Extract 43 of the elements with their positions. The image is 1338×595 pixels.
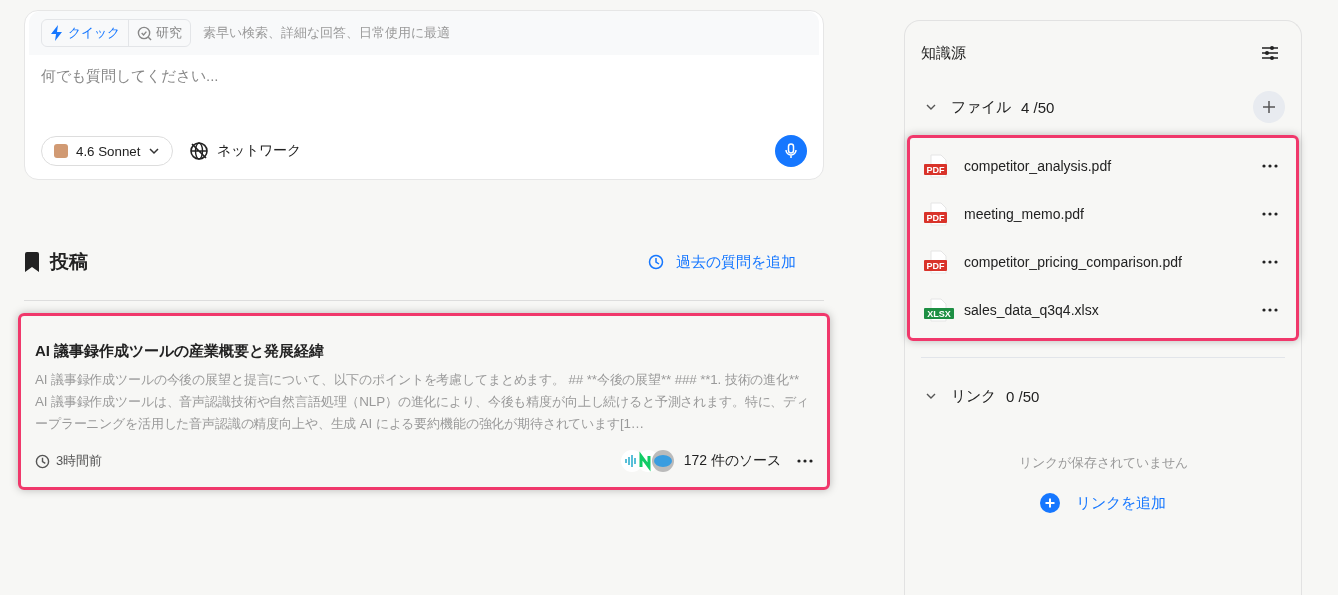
section-title: 投稿 <box>50 250 88 274</box>
plus-icon <box>1262 100 1276 114</box>
panel-title: 知識源 <box>921 43 966 63</box>
clock-icon <box>35 453 50 469</box>
section-count: 0 /50 <box>1006 387 1040 405</box>
source-count: 172 件のソース <box>683 452 781 470</box>
mode-tab[interactable]: クイック <box>42 20 128 46</box>
post-excerpt: AI 議事録作成ツールの今後の展望と提言について、以下のポイントを考慮してまとめます。 ## **今後の展望** ### **1. 技術の進化** AI 議事録作成ツールは、音声認識技術や自然言語処理（NLP）の進化により、今後も精度が向上し続けると予測されます。特に、ディープラーニングを活用した音声認識の精度向上や、生成 AI による要約機能の強化が期待されています[1… <box>35 371 810 433</box>
more-icon[interactable] <box>1262 212 1278 216</box>
more-icon[interactable] <box>1262 164 1278 168</box>
add-file-button[interactable] <box>1253 91 1285 123</box>
settings-icon[interactable] <box>1261 45 1279 61</box>
add-past-question-link[interactable]: 過去の質問を追加 <box>642 251 802 273</box>
lightning-icon <box>50 25 64 41</box>
post-title: AI 議事録作成ツールの産業概要と発展経緯 <box>35 342 326 361</box>
plus-circle-icon <box>1040 493 1060 513</box>
more-icon[interactable] <box>1262 308 1278 312</box>
section-label[interactable]: リンク <box>951 386 996 406</box>
question-input-field[interactable]: 何でも質問してください... <box>25 55 823 135</box>
post-time: 3時間前 <box>56 452 103 470</box>
mode-tab[interactable]: 研究 <box>128 20 190 46</box>
file-name[interactable]: competitor_analysis.pdf <box>964 158 1112 174</box>
file-name[interactable]: competitor_pricing_comparison.pdf <box>964 254 1182 270</box>
microphone-button[interactable] <box>775 135 807 167</box>
post-card[interactable] <box>18 313 830 490</box>
section-label[interactable]: ファイル <box>951 97 1011 117</box>
file-name[interactable]: sales_data_q3q4.xlsx <box>964 302 1099 318</box>
file-name[interactable]: meeting_memo.pdf <box>964 206 1084 222</box>
bookmark-icon <box>24 252 40 272</box>
clock-icon <box>648 254 664 270</box>
network-toggle[interactable]: ネットワーク <box>183 140 308 162</box>
model-selector[interactable]: 4.6 Sonnet <box>41 136 174 166</box>
source-logos-icon <box>619 449 676 473</box>
globe-off-icon <box>189 141 210 161</box>
more-icon[interactable] <box>1262 260 1278 264</box>
add-link-button[interactable]: リンクを追加 <box>1034 492 1172 514</box>
section-count: 4 /50 <box>1021 98 1055 116</box>
more-icon[interactable] <box>797 459 813 463</box>
empty-message: リンクが保存されていません <box>1017 454 1189 472</box>
mode-hint: 素早い検索、詳細な回答、日常使用に最適 <box>203 24 450 42</box>
chevron-down-icon <box>148 145 161 157</box>
microphone-icon <box>784 143 798 159</box>
search-icon <box>137 25 152 41</box>
